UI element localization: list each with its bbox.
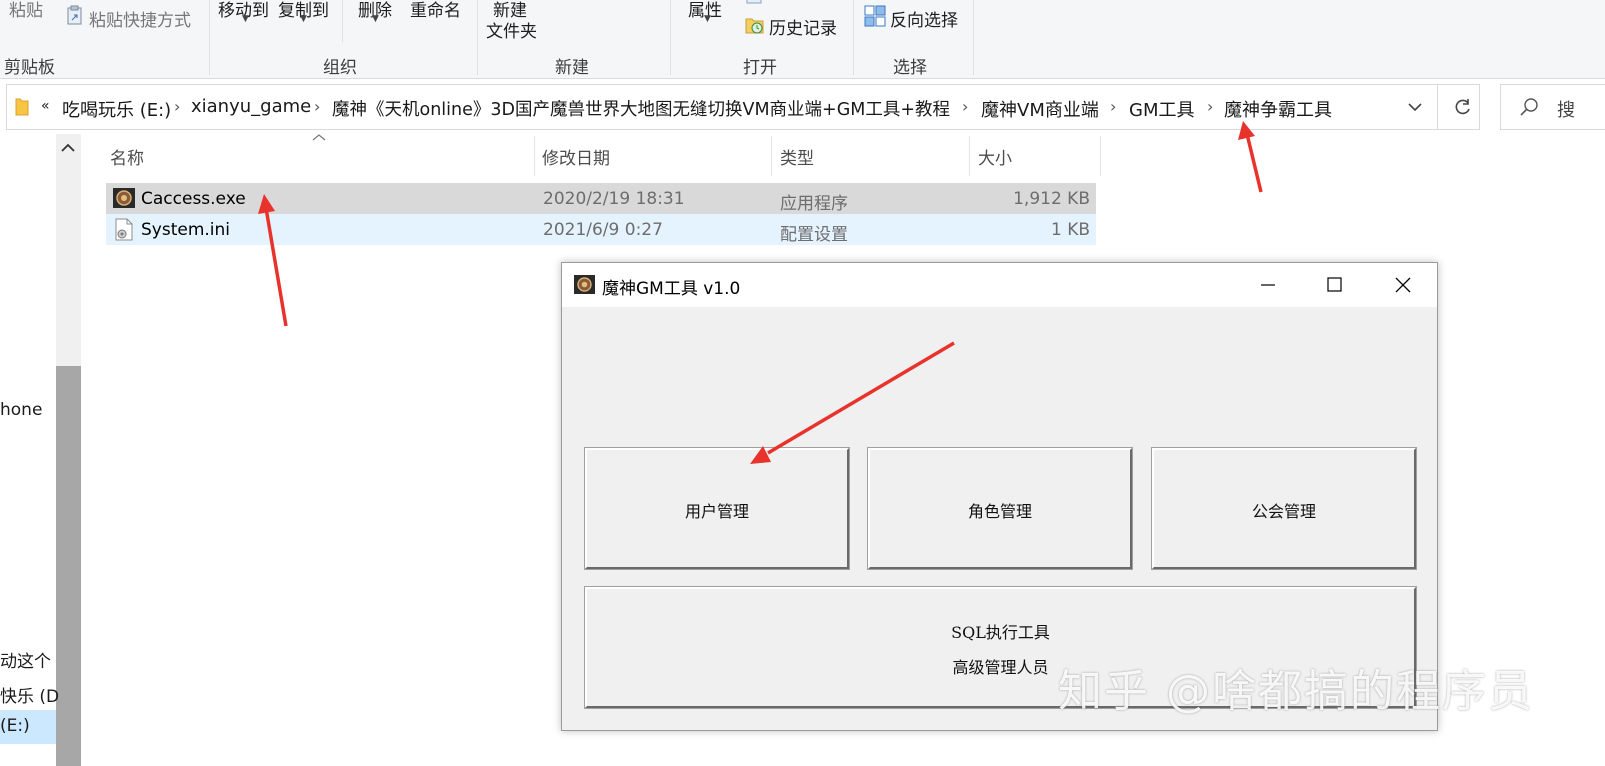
annotation-arrows [258, 121, 1263, 464]
red-arrow-icon [750, 341, 955, 464]
red-arrow-icon [258, 194, 288, 327]
red-arrow-icon [1238, 121, 1263, 193]
watermark-text: 知乎 @啥都搞的程序员 [1058, 666, 1534, 717]
